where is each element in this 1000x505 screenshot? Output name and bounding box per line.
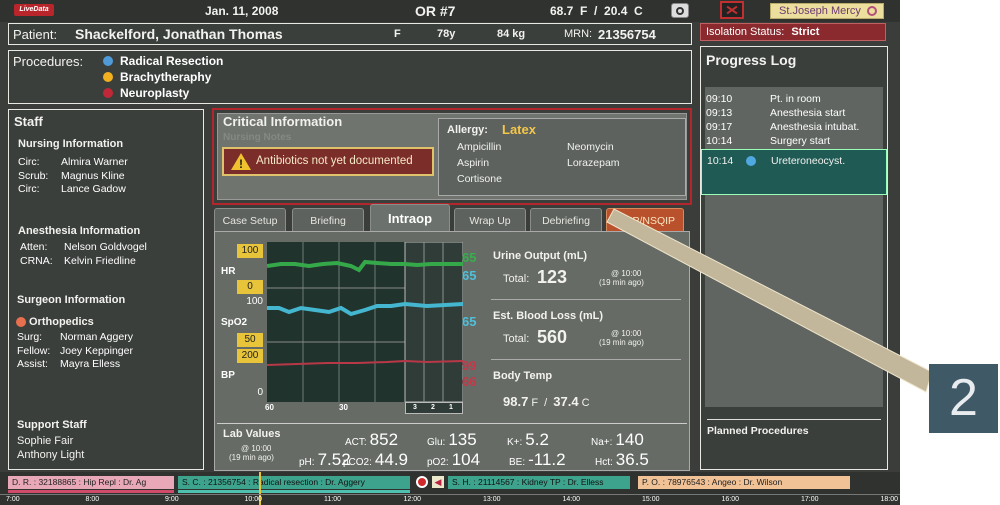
callout-pointer (606, 208, 933, 393)
callout-number-badge: 2 (929, 364, 998, 433)
